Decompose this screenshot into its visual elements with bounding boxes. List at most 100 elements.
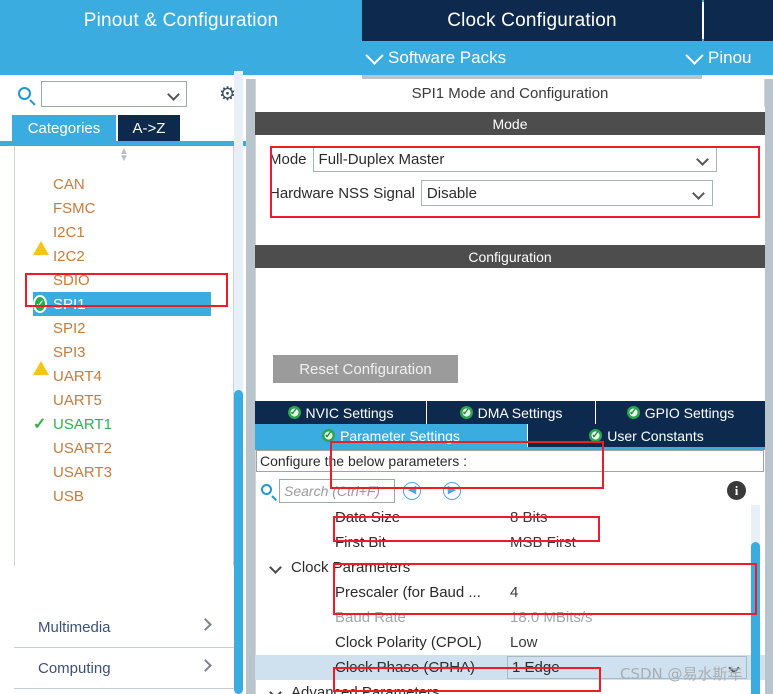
param-name: Baud Rate (335, 609, 406, 626)
tab-project-manager[interactable] (704, 0, 773, 41)
tab-dma-label: DMA Settings (477, 404, 563, 421)
table-row[interactable]: Clock Polarity (CPOL) Low (255, 630, 765, 655)
warning-icon (33, 344, 49, 375)
tab-user-constants[interactable]: ✓ User Constants (528, 424, 765, 447)
sidebar-item-usb[interactable]: USB (15, 484, 233, 508)
panel-divider (246, 79, 255, 694)
configure-hint-text: Configure the below parameters : (260, 453, 467, 469)
sidebar-item-label: USART2 (53, 439, 112, 457)
param-value: 18.0 MBits/s (510, 609, 593, 626)
tab-a-to-z[interactable]: A->Z (118, 115, 180, 141)
table-row: Baud Rate 18.0 MBits/s (255, 605, 765, 630)
table-row[interactable]: Prescaler (for Baud ... 4 (255, 580, 765, 605)
check-circle-icon: ✓ (589, 429, 603, 442)
sidebar-item-uart4[interactable]: UART4 (15, 364, 233, 388)
sidebar-item-computing[interactable]: Computing (14, 648, 234, 689)
reset-configuration-button[interactable]: Reset Configuration (273, 355, 458, 383)
sidebar-item-i2c1[interactable]: I2C1 (15, 220, 233, 255)
tab-a-to-z-label: A->Z (132, 119, 166, 137)
parameter-search-row: Search (Ctrl+F) ◀ ▶ i (255, 477, 765, 505)
cubemx-window: Pinout & Configuration Clock Configurati… (0, 0, 773, 694)
tab-nvic-settings[interactable]: ✓ NVIC Settings (255, 401, 427, 424)
sidebar-item-label: CAN (53, 175, 85, 193)
watermark: CSDN @易水斯年 (620, 665, 743, 683)
list-collapse-handle[interactable]: ▲ ▼ (118, 147, 131, 164)
tab-parameter-settings[interactable]: ✓ Parameter Settings (255, 424, 528, 447)
info-icon[interactable]: i (727, 481, 746, 500)
param-name: Prescaler (for Baud ... (335, 584, 481, 601)
search-icon (261, 484, 272, 495)
software-packs-menu[interactable]: Software Packs (365, 41, 507, 75)
chevron-left-circle-icon[interactable]: ◀ (403, 482, 421, 500)
sidebar-item-spi3[interactable]: SPI3 (15, 340, 233, 375)
sidebar-item-uart5[interactable]: UART5 (15, 388, 233, 412)
sidebar-item-can[interactable]: CAN (15, 172, 233, 196)
mode-select[interactable]: Full-Duplex Master (312, 146, 717, 172)
sidebar-item-fsmc[interactable]: FSMC (15, 196, 233, 220)
sidebar-item-usart2[interactable]: USART2 (15, 436, 233, 460)
param-name: Clock Polarity (CPOL) (335, 634, 482, 651)
param-value: MSB First (510, 534, 576, 551)
sidebar-item-multimedia[interactable]: Multimedia (14, 607, 234, 648)
sidebar-search-row: ⚙ (0, 79, 248, 113)
peripherals-sidebar: ⚙ Categories A->Z ▲ ▼ CAN FSMC I2C1 I2C2… (0, 79, 248, 694)
tab-clock-configuration[interactable]: Clock Configuration (362, 0, 702, 41)
chevron-down-icon (695, 153, 709, 166)
tab-separator (702, 2, 704, 39)
sidebar-section-label: Multimedia (38, 618, 111, 636)
sidebar-item-label: SPI2 (53, 319, 86, 337)
chevron-right-circle-icon[interactable]: ▶ (443, 482, 461, 500)
sidebar-item-label: SPI1 (53, 295, 86, 313)
parameter-search-input[interactable]: Search (Ctrl+F) (279, 479, 395, 503)
sidebar-item-usart1[interactable]: ✓ USART1 (15, 412, 233, 436)
sidebar-item-label: I2C2 (53, 247, 85, 265)
page-title: SPI1 Mode and Configuration (255, 79, 765, 107)
sidebar-item-middleware[interactable]: Middleware (14, 689, 234, 694)
sidebar-scrollbar-thumb[interactable] (234, 390, 243, 694)
sidebar-item-label: SPI3 (53, 343, 86, 361)
sidebar-item-label: I2C1 (53, 223, 85, 241)
sidebar-item-i2c2[interactable]: I2C2 (15, 244, 233, 268)
param-group-clock[interactable]: Clock Parameters (255, 555, 765, 580)
check-circle-icon: ✓ (287, 406, 301, 419)
software-packs-label: Software Packs (388, 48, 507, 67)
param-group-label: Clock Parameters (291, 559, 411, 576)
chevron-down-icon (269, 561, 282, 574)
tab-gpio-settings[interactable]: ✓ GPIO Settings (596, 401, 765, 424)
hardware-nss-select[interactable]: Disable (420, 180, 713, 206)
chevron-down-icon (365, 45, 384, 65)
sidebar-tab-bar: Categories A->Z (0, 115, 248, 141)
sidebar-item-label: USART3 (53, 463, 112, 481)
param-name: Clock Phase (CPHA) (335, 659, 476, 676)
mode-section-label: Mode (492, 115, 528, 132)
pinout-menu-label: Pinou (708, 48, 752, 67)
sidebar-item-spi1[interactable]: ✓ SPI1 (33, 292, 211, 316)
table-row[interactable]: Data Size 8 Bits (255, 505, 765, 530)
tab-pinout-configuration[interactable]: Pinout & Configuration (0, 0, 362, 41)
param-group-label: Advanced Parameters (291, 684, 440, 694)
sidebar-item-sdio[interactable]: SDIO (15, 268, 233, 292)
tab-dma-settings[interactable]: ✓ DMA Settings (427, 401, 596, 424)
mode-label: Mode (269, 150, 307, 168)
tab-clock-label: Clock Configuration (447, 9, 617, 31)
mode-field-row: Mode Full-Duplex Master (269, 145, 717, 173)
clock-phase-value: 1 Edge (512, 659, 560, 676)
tab-pinout-label: Pinout & Configuration (83, 9, 279, 31)
parameter-scrollbar-thumb[interactable] (751, 542, 760, 694)
check-circle-icon: ✓ (459, 406, 473, 419)
sub-tab-bar: Software Packs Pinou (0, 41, 773, 75)
tab-gpio-label: GPIO Settings (644, 404, 735, 421)
sidebar-item-label: USB (53, 487, 84, 505)
param-value: 8 Bits (510, 509, 548, 526)
param-name: First Bit (335, 534, 386, 551)
hardware-nss-field-row: Hardware NSS Signal Disable (269, 179, 713, 207)
sidebar-item-label: FSMC (53, 199, 96, 217)
tab-categories[interactable]: Categories (12, 115, 116, 141)
configure-hint: Configure the below parameters : (256, 450, 764, 472)
pinout-menu[interactable]: Pinou (685, 41, 752, 75)
table-row[interactable]: First Bit MSB First (255, 530, 765, 555)
sidebar-item-label: USART1 (53, 415, 112, 433)
sidebar-item-spi2[interactable]: SPI2 (15, 316, 233, 340)
peripheral-search-input[interactable] (41, 81, 187, 107)
sidebar-item-usart3[interactable]: USART3 (15, 460, 233, 484)
